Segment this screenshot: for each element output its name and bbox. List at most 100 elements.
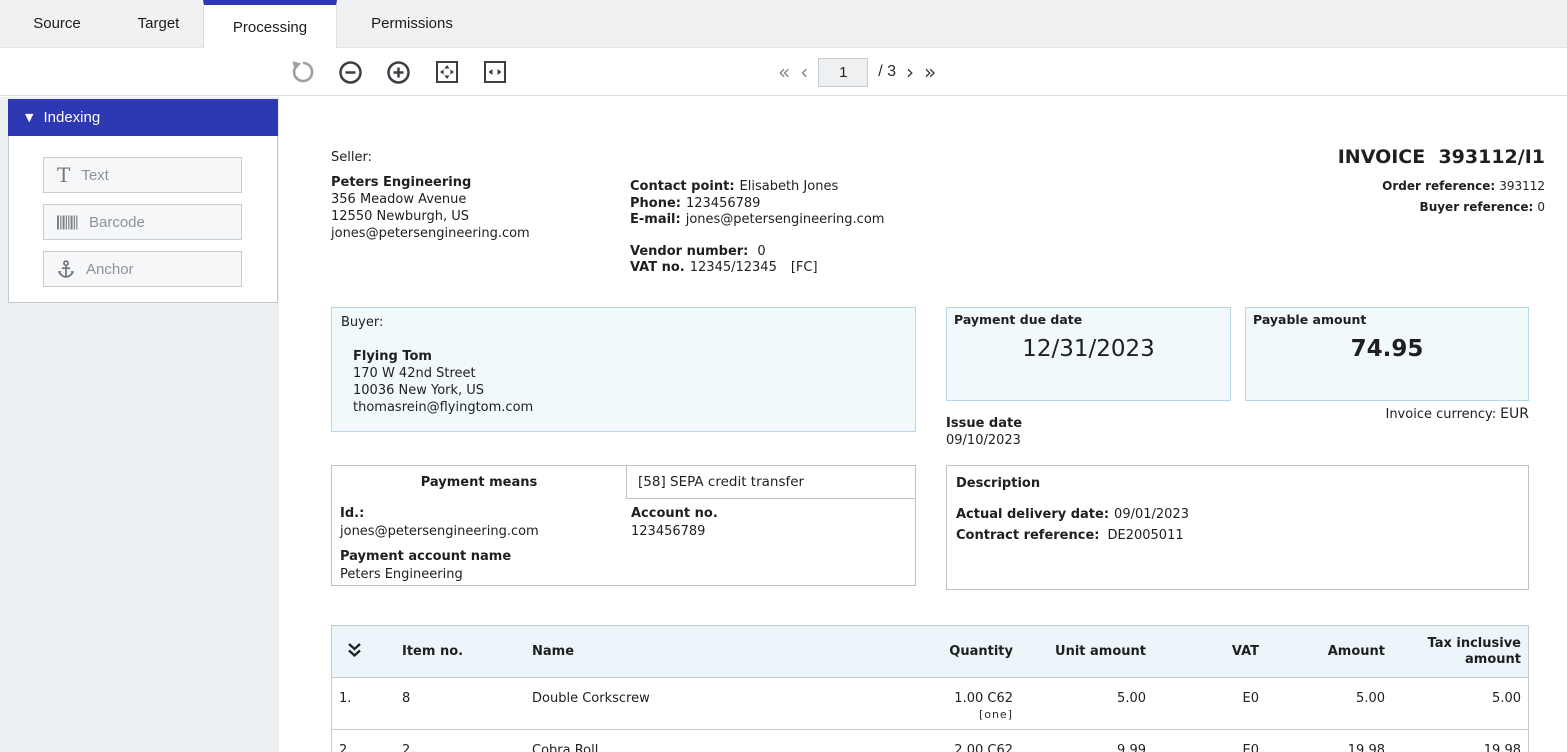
anchor-tool-button[interactable]: Anchor: [43, 251, 242, 287]
tab-source[interactable]: Source: [0, 0, 114, 47]
contract-reference-label: Contract reference:: [956, 528, 1099, 543]
fit-page-button[interactable]: [433, 59, 460, 86]
delivery-date-value: 09/01/2023: [1114, 507, 1189, 522]
row-quantity-note: [one]: [932, 708, 1013, 721]
header-name: Name: [532, 644, 932, 659]
main-content: ▼ Indexing T Text Barcode: [0, 97, 1567, 752]
indexing-panel-title: Indexing: [43, 109, 100, 126]
issue-date-block: Issue date 09/10/2023: [946, 415, 1022, 449]
text-tool-button[interactable]: T Text: [43, 157, 242, 193]
invoice-title-block: INVOICE 393112/I1 Order reference:393112…: [1338, 146, 1545, 214]
table-row: 1. 8 Double Corkscrew 1.00 C62 [one] 5.0…: [332, 678, 1528, 730]
description-box: Description Actual delivery date:09/01/2…: [946, 465, 1529, 590]
next-page-button[interactable]: ›: [906, 62, 914, 82]
first-page-button[interactable]: «: [778, 62, 790, 82]
payable-amount-value: 74.95: [1253, 336, 1521, 362]
seller-email: jones@petersengineering.com: [331, 225, 530, 242]
payment-due-box: Payment due date 12/31/2023: [946, 307, 1231, 401]
delivery-date-label: Actual delivery date:: [956, 507, 1109, 522]
page-number-input[interactable]: [818, 58, 868, 87]
row-item-no: 2: [402, 743, 532, 752]
email-label: E-mail:: [630, 212, 681, 227]
payable-amount-label: Payable amount: [1253, 312, 1521, 327]
header-quantity: Quantity: [932, 644, 1013, 659]
header-tax-inclusive: Tax inclusive amount: [1385, 636, 1521, 668]
rotate-button[interactable]: [289, 59, 316, 86]
zoom-out-button[interactable]: [337, 59, 364, 86]
line-items-table: Item no. Name Quantity Unit amount VAT A…: [331, 625, 1529, 752]
tab-processing[interactable]: Processing: [203, 0, 337, 49]
vat-suffix: [FC]: [791, 260, 818, 275]
buyer-box: Buyer: Flying Tom 170 W 42nd Street 1003…: [331, 307, 916, 432]
row-tax-inclusive: 19.98: [1385, 743, 1521, 752]
left-sidebar: ▼ Indexing T Text Barcode: [0, 97, 279, 752]
invoice-currency-value: EUR: [1500, 406, 1529, 422]
prev-page-button[interactable]: ‹: [800, 62, 808, 82]
zoom-in-icon: [385, 59, 412, 86]
issue-date-label: Issue date: [946, 415, 1022, 432]
contact-point-label: Contact point:: [630, 179, 735, 194]
invoice-document: Seller: Peters Engineering 356 Meadow Av…: [279, 97, 1567, 752]
phone-value: 123456789: [686, 196, 760, 211]
payment-account-name-label: Payment account name: [340, 549, 511, 564]
payable-amount-box: Payable amount 74.95: [1245, 307, 1529, 401]
vendor-number-value: 0: [757, 244, 765, 259]
indexing-panel-header[interactable]: ▼ Indexing: [8, 99, 278, 136]
barcode-tool-button[interactable]: Barcode: [43, 204, 242, 240]
seller-address-2: 12550 Newburgh, US: [331, 208, 530, 225]
buyer-address-2: 10036 New York, US: [353, 382, 906, 399]
header-amount: Amount: [1259, 644, 1385, 659]
tab-target[interactable]: Target: [114, 0, 203, 47]
payment-means-method: [58] SEPA credit transfer: [626, 466, 915, 499]
document-toolbar: « ‹ / 3 › » Document Metadata: [0, 48, 1567, 96]
fit-width-icon: [482, 59, 508, 85]
seller-address-1: 356 Meadow Avenue: [331, 191, 530, 208]
row-unit-amount: 9.99: [1013, 743, 1146, 752]
row-amount: 5.00: [1259, 691, 1385, 706]
payment-account-name-value: Peters Engineering: [340, 567, 463, 582]
page-navigation: « ‹ / 3 › »: [778, 48, 936, 96]
vendor-number-label: Vendor number:: [630, 244, 748, 259]
collapse-caret-icon: ▼: [25, 112, 33, 123]
contract-reference-value: DE2005011: [1107, 528, 1183, 543]
issue-date-value: 09/10/2023: [946, 432, 1022, 449]
row-number: 1.: [332, 691, 402, 706]
row-quantity: 2.00 C62: [932, 743, 1013, 752]
row-amount: 19.98: [1259, 743, 1385, 752]
row-number: 2.: [332, 743, 402, 752]
rotate-ccw-icon: [290, 59, 316, 85]
payment-id-label: Id.:: [340, 506, 364, 521]
vat-no-value: 12345/12345: [690, 260, 777, 275]
payment-means-box: Payment means [58] SEPA credit transfer …: [331, 465, 916, 586]
header-unit-amount: Unit amount: [1013, 644, 1146, 659]
anchor-icon: [57, 260, 75, 279]
header-vat: VAT: [1146, 644, 1259, 659]
buyer-reference-value: 0: [1537, 200, 1545, 214]
account-no-label: Account no.: [631, 506, 718, 521]
buyer-address-1: 170 W 42nd Street: [353, 365, 906, 382]
seller-block: Seller: Peters Engineering 356 Meadow Av…: [331, 149, 530, 242]
main-tab-bar: Source Target Processing Permissions: [0, 0, 1567, 48]
buyer-name: Flying Tom: [353, 348, 906, 365]
payment-means-title: Payment means: [332, 466, 626, 499]
contact-point-value: Elisabeth Jones: [740, 179, 839, 194]
buyer-reference-label: Buyer reference:: [1420, 200, 1534, 214]
row-vat: E0: [1146, 743, 1259, 752]
last-page-button[interactable]: »: [924, 62, 936, 82]
tab-permissions[interactable]: Permissions: [337, 0, 487, 47]
invoice-currency-line: Invoice currency:EUR: [1385, 406, 1529, 422]
row-tax-inclusive: 5.00: [1385, 691, 1521, 706]
table-row: 2. 2 Cobra Roll 2.00 C62 9.99 E0 19.98 1…: [332, 730, 1528, 752]
zoom-out-icon: [337, 59, 364, 86]
payment-due-label: Payment due date: [954, 312, 1223, 327]
row-item-no: 8: [402, 691, 532, 706]
fit-page-icon: [434, 59, 460, 85]
zoom-in-button[interactable]: [385, 59, 412, 86]
phone-label: Phone:: [630, 196, 681, 211]
seller-label: Seller:: [331, 149, 530, 166]
fit-width-button[interactable]: [481, 59, 508, 86]
email-value: jones@petersengineering.com: [686, 212, 885, 227]
order-reference-value: 393112: [1499, 179, 1545, 193]
page-total-label: / 3: [878, 63, 896, 81]
buyer-label: Buyer:: [341, 314, 906, 331]
